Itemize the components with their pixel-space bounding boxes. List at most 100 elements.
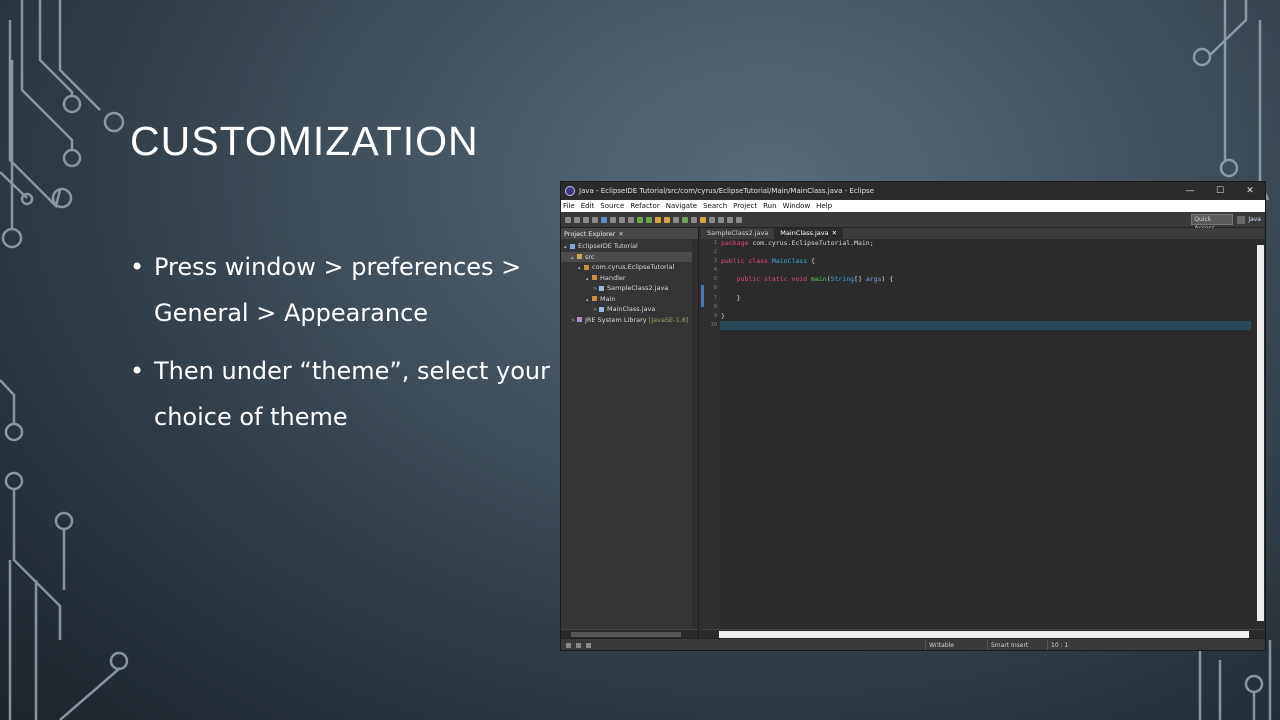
run-icon[interactable] [646, 216, 652, 223]
tree-item-project[interactable]: ▴ EclipseIDE Tutorial [561, 241, 698, 252]
bullet-item: Press window > preferences > General > A… [130, 244, 560, 336]
code-line[interactable] [720, 320, 1251, 330]
code-token: ) { [881, 275, 894, 284]
back-icon[interactable] [727, 216, 733, 223]
menu-edit[interactable]: Edit [581, 202, 595, 210]
line-number: 5 [713, 276, 717, 283]
editor-horizontal-scrollbar[interactable] [701, 629, 1265, 638]
code-token: public class [721, 257, 768, 266]
maximize-button[interactable]: ☐ [1205, 186, 1235, 196]
package-icon [584, 264, 589, 270]
save-icon[interactable] [574, 216, 580, 223]
toggle-icon[interactable] [610, 216, 616, 223]
debug-icon[interactable] [637, 216, 643, 223]
eclipse-logo-icon [565, 186, 575, 196]
scroll-thumb[interactable] [571, 632, 681, 637]
menu-help[interactable]: Help [816, 202, 832, 210]
menu-source[interactable]: Source [600, 202, 624, 210]
window-title: Java - EclipseIDE Tutorial/src/com/cyrus… [579, 187, 874, 195]
code-token: { [807, 257, 815, 266]
package-icon [592, 296, 597, 301]
close-icon[interactable]: ✕ [832, 229, 837, 237]
save-all-icon[interactable] [583, 216, 589, 223]
status-icon [586, 643, 591, 648]
title-bar: Java - EclipseIDE Tutorial/src/com/cyrus… [561, 182, 1265, 200]
code-token: String [830, 275, 855, 284]
tree-item-label: MainClass.java [607, 305, 656, 313]
console-icon[interactable] [619, 216, 625, 223]
close-button[interactable]: ✕ [1235, 186, 1265, 196]
menu-refactor[interactable]: Refactor [630, 202, 659, 210]
code-token: } [721, 311, 725, 320]
eclipse-screenshot: Java - EclipseIDE Tutorial/src/com/cyrus… [560, 181, 1266, 651]
tab-sampleclass2[interactable]: SampleClass2.java [701, 228, 774, 239]
tree-item-handler[interactable]: ▴ Handler [561, 273, 698, 284]
explorer-vertical-scrollbar[interactable] [692, 239, 698, 629]
code-line[interactable] [720, 266, 1251, 275]
tree-item-label: Handler [600, 273, 626, 282]
change-marker [701, 285, 704, 307]
code-token: [] [854, 275, 866, 284]
code-line[interactable] [720, 248, 1251, 257]
open-type-icon[interactable] [691, 216, 697, 223]
code-line[interactable]: package com.cyrus.EclipseTutorial.Main; [720, 239, 1251, 248]
code-line[interactable]: public class MainClass { [720, 257, 1251, 266]
code-text[interactable]: package com.cyrus.EclipseTutorial.Main; … [720, 239, 1251, 629]
menu-search[interactable]: Search [703, 202, 727, 210]
code-line[interactable]: } [720, 312, 1251, 321]
new-package-icon[interactable] [673, 216, 679, 223]
new-java-project-icon[interactable] [664, 216, 670, 223]
annotation-icon[interactable] [718, 216, 724, 223]
tree-item-src[interactable]: ▴ src [561, 251, 698, 262]
editor-vertical-scrollbar[interactable] [1251, 239, 1265, 629]
tree-item-label: com.cyrus.EclipseTutorial [592, 263, 675, 271]
open-perspective-icon[interactable] [1237, 215, 1246, 224]
menu-file[interactable]: File [563, 202, 575, 210]
new-class-icon[interactable] [682, 216, 688, 223]
project-explorer-tab[interactable]: Project Explorer ✕ [561, 228, 698, 239]
scroll-track[interactable] [719, 631, 1249, 638]
menu-run[interactable]: Run [763, 202, 776, 210]
line-number: 2 [713, 249, 717, 256]
search-icon[interactable] [709, 216, 715, 223]
open-task-icon[interactable] [700, 216, 706, 223]
new-icon[interactable] [565, 216, 571, 223]
tab-label: SampleClass2.java [707, 229, 769, 237]
code-line[interactable] [720, 284, 1251, 293]
quick-access-input[interactable]: Quick Access [1191, 214, 1234, 232]
code-editor: SampleClass2.java MainClass.java ✕ 123456… [701, 228, 1265, 638]
menu-navigate[interactable]: Navigate [666, 202, 697, 210]
code-line[interactable]: public static void main(String[] args) { [720, 275, 1251, 284]
project-tree: ▴ EclipseIDE Tutorial ▴ src ▴ com.cyrus.Ecl… [561, 239, 698, 325]
code-line[interactable] [720, 303, 1251, 312]
print-icon[interactable] [592, 216, 598, 223]
code-area[interactable]: 1 2 3 4 5 6 7 8 9 10 package com.cyrus.EclipseTut… [701, 239, 1265, 629]
menu-window[interactable]: Window [783, 202, 811, 210]
tree-item-package[interactable]: ▴ com.cyrus.EclipseTutorial [561, 262, 698, 273]
tab-mainclass[interactable]: MainClass.java ✕ [774, 228, 844, 239]
tree-item-jre[interactable]: > JRE System Library [JavaSE-1.8] [561, 315, 698, 326]
tree-item-extra: [JavaSE-1.8] [648, 315, 689, 324]
code-line[interactable]: } [720, 294, 1251, 303]
forward-icon[interactable] [736, 216, 742, 223]
tree-item-mainclass[interactable]: > MainClass.java [561, 304, 698, 315]
bullet-item: Then under “theme”, select your choice o… [130, 348, 560, 440]
scroll-track[interactable] [1257, 245, 1264, 621]
project-explorer: Project Explorer ✕ ▴ EclipseIDE Tutorial … [561, 228, 699, 638]
java-file-icon [599, 306, 604, 312]
minimize-button[interactable]: — [1175, 186, 1205, 196]
external-tools-icon[interactable] [655, 216, 661, 223]
java-file-icon [599, 285, 604, 291]
code-token: com.cyrus.EclipseTutorial.Main; [748, 239, 874, 247]
skip-breakpoints-icon[interactable] [601, 216, 607, 223]
close-icon[interactable]: ✕ [618, 230, 623, 238]
terminal-icon[interactable] [628, 216, 634, 223]
tree-item-sampleclass2[interactable]: > SampleClass2.java [561, 283, 698, 294]
explorer-horizontal-scrollbar[interactable] [561, 629, 698, 638]
tree-item-main[interactable]: ▴ Main [561, 294, 698, 305]
java-perspective-button[interactable]: Java [1248, 216, 1261, 223]
code-token: MainClass [771, 257, 808, 266]
code-token: public static void [736, 275, 808, 284]
menu-project[interactable]: Project [733, 202, 757, 210]
